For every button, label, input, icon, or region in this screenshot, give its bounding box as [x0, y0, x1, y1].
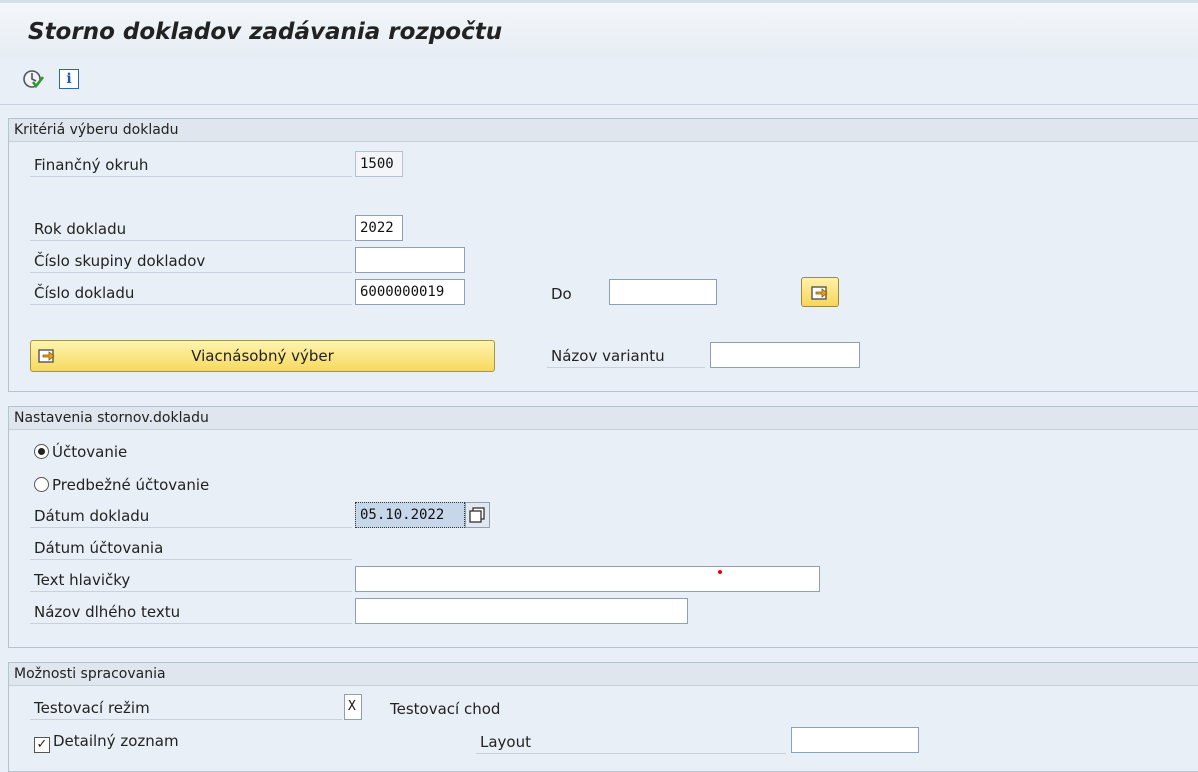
checkbox-checked-icon: ✓	[34, 737, 50, 753]
test-mode-label: Testovací režim	[30, 696, 342, 720]
radio-preliminary-posting[interactable]: Predbežné účtovanie	[34, 474, 209, 496]
long-text-name-field[interactable]	[355, 598, 688, 624]
header-text-field[interactable]	[355, 566, 820, 592]
radio-preliminary-label: Predbežné účtovanie	[52, 476, 210, 494]
year-label: Rok dokladu	[30, 217, 352, 241]
variant-field[interactable]	[710, 342, 860, 368]
detailed-list-label: Detailný zoznam	[53, 732, 179, 750]
doc-number-from-field[interactable]: 6000000019	[355, 279, 465, 305]
doc-group-field[interactable]	[355, 247, 465, 273]
year-field[interactable]: 2022	[355, 215, 403, 241]
application-toolbar: i	[0, 58, 1198, 105]
doc-date-field[interactable]: 05.10.2022	[355, 502, 465, 528]
multiple-selection-icon	[811, 286, 828, 300]
red-marker-dot	[718, 570, 722, 574]
group-title: Nastavenia stornov.dokladu	[9, 407, 1198, 430]
radio-selected-icon	[34, 444, 49, 459]
header-text-label: Text hlavičky	[30, 568, 352, 592]
info-icon[interactable]: i	[59, 69, 79, 89]
title-bar: Storno dokladov zadávania rozpočtu	[0, 0, 1198, 58]
multiple-selection-label: Viacnásobný výber	[191, 347, 334, 365]
layout-label: Layout	[476, 730, 786, 754]
fin-area-label: Finančný okruh	[30, 153, 352, 177]
posting-date-label: Dátum účtovania	[30, 536, 352, 560]
multiple-selection-button[interactable]	[801, 277, 839, 307]
calendar-button[interactable]	[465, 502, 490, 528]
test-run-label: Testovací chod	[390, 700, 501, 718]
detailed-list-checkbox[interactable]: ✓ Detailný zoznam	[34, 730, 179, 753]
doc-group-label: Číslo skupiny dokladov	[30, 249, 352, 273]
test-mode-field[interactable]: X	[344, 694, 362, 720]
execute-icon[interactable]	[22, 68, 44, 90]
copy-icon	[469, 507, 485, 523]
doc-date-label: Dátum dokladu	[30, 504, 352, 528]
multiple-selection-wide-button[interactable]: Viacnásobný výber	[30, 340, 495, 372]
group-title: Možnosti spracovania	[9, 663, 1198, 686]
radio-posting-label: Účtovanie	[52, 443, 128, 461]
long-text-name-label: Názov dlhého textu	[30, 600, 352, 624]
multiple-selection-icon	[38, 349, 55, 363]
doc-number-to-field[interactable]	[609, 279, 717, 305]
fin-area-field[interactable]: 1500	[355, 151, 403, 177]
page-title: Storno dokladov zadávania rozpočtu	[28, 19, 503, 45]
radio-posting[interactable]: Účtovanie	[34, 441, 127, 463]
group-title: Kritériá výberu dokladu	[9, 119, 1198, 142]
radio-unselected-icon	[34, 477, 49, 492]
to-label: Do	[551, 285, 572, 303]
doc-number-label: Číslo dokladu	[30, 281, 352, 305]
layout-field[interactable]	[791, 727, 919, 753]
variant-label: Názov variantu	[547, 344, 705, 368]
